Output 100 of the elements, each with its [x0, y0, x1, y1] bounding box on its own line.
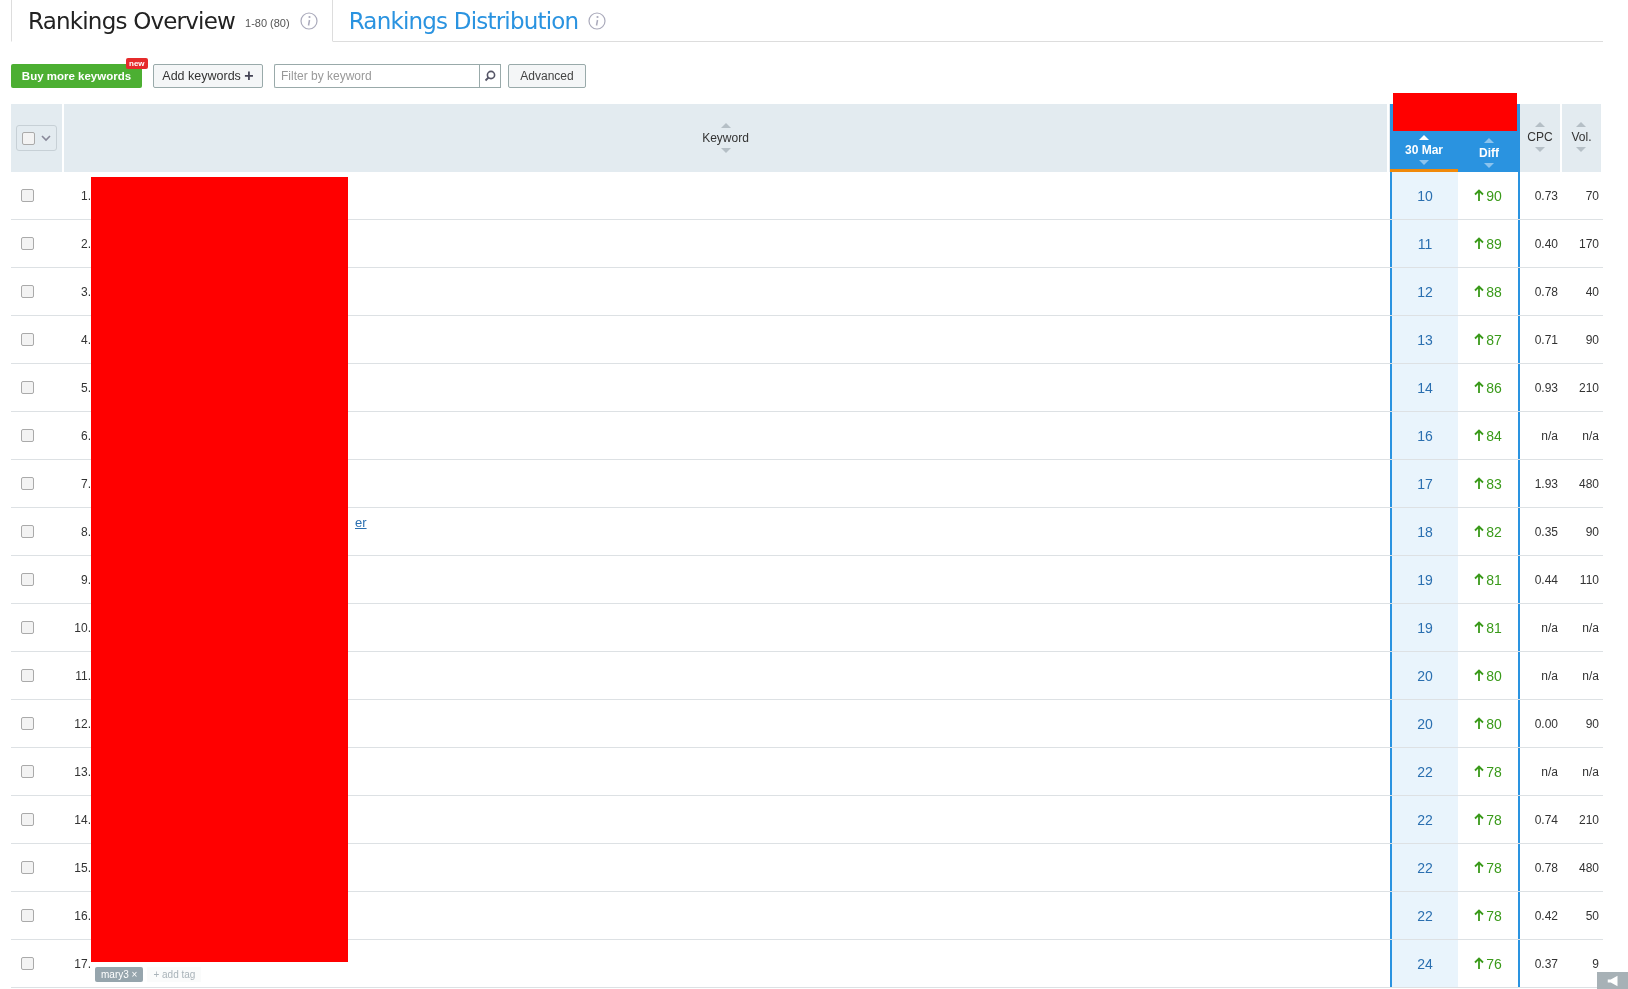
- advanced-button[interactable]: Advanced: [508, 64, 586, 88]
- row-number: 5.: [80, 379, 91, 397]
- row-checkbox[interactable]: [21, 573, 34, 586]
- diff-value: 81: [1474, 619, 1502, 636]
- diff-value: 81: [1474, 571, 1502, 588]
- row-number: 1.: [80, 187, 91, 205]
- select-all-dropdown[interactable]: [16, 125, 57, 151]
- position-cell: 14: [1390, 364, 1458, 411]
- new-badge: new: [126, 58, 148, 69]
- diff-value: 84: [1474, 427, 1502, 444]
- volume-cell-text: 480: [1577, 475, 1600, 493]
- row-checkbox[interactable]: [21, 525, 34, 538]
- row-checkbox[interactable]: [21, 957, 34, 970]
- position-cell: 18: [1390, 508, 1458, 555]
- caret-icon: [41, 134, 51, 142]
- column-header[interactable]: 30 Mar: [1405, 143, 1443, 157]
- position-cell: 19: [1390, 556, 1458, 603]
- cpc-cell-text: n/a: [1540, 619, 1559, 637]
- row-checkbox[interactable]: [21, 621, 34, 634]
- info-icon[interactable]: [588, 11, 607, 30]
- volume-cell-text: n/a: [1581, 667, 1600, 685]
- cpc-cell-text: 0.71: [1533, 331, 1559, 349]
- column-header[interactable]: CPC: [1527, 130, 1553, 144]
- row-checkbox[interactable]: [21, 861, 34, 874]
- row-number: 8.: [80, 523, 91, 541]
- up-arrow-icon: [1474, 381, 1485, 394]
- row-number: 14.: [73, 811, 91, 829]
- up-arrow-icon: [1474, 621, 1485, 634]
- up-arrow-icon: [1474, 861, 1485, 874]
- position-cell: 12: [1390, 268, 1458, 315]
- position-cell: 24: [1390, 940, 1458, 987]
- cpc-cell-text: 0.35: [1533, 523, 1559, 541]
- cpc-cell-text: 0.73: [1533, 187, 1559, 205]
- cpc-cell-text: 0.00: [1533, 715, 1559, 733]
- row-number: 13.: [73, 763, 91, 781]
- megaphone-icon: [1605, 974, 1620, 987]
- volume-cell-text: 70: [1584, 187, 1600, 205]
- diff-value: 89: [1474, 235, 1502, 252]
- up-arrow-icon: [1474, 189, 1485, 202]
- row-checkbox[interactable]: [21, 765, 34, 778]
- row-checkbox[interactable]: [21, 669, 34, 682]
- row-checkbox[interactable]: [21, 237, 34, 250]
- diff-value: 83: [1474, 475, 1502, 492]
- row-checkbox[interactable]: [21, 909, 34, 922]
- keyword-link[interactable]: er: [355, 515, 367, 530]
- diff-value: 80: [1474, 667, 1502, 684]
- info-icon[interactable]: [299, 11, 318, 30]
- cpc-cell-text: 0.93: [1533, 379, 1559, 397]
- row-number: 16.: [73, 907, 91, 925]
- tab[interactable]: Rankings Overview 1-80 (80): [11, 0, 333, 42]
- up-arrow-icon: [1474, 285, 1485, 298]
- up-arrow-icon: [1474, 813, 1485, 826]
- row-checkbox[interactable]: [21, 429, 34, 442]
- up-arrow-icon: [1474, 957, 1485, 970]
- position-cell: 22: [1390, 892, 1458, 939]
- cpc-cell-text: 0.78: [1533, 859, 1559, 877]
- tab[interactable]: Rankings Distribution: [332, 0, 623, 42]
- row-checkbox[interactable]: [21, 285, 34, 298]
- position-cell: 16: [1390, 412, 1458, 459]
- volume-cell-text: n/a: [1581, 427, 1600, 445]
- up-arrow-icon: [1474, 477, 1485, 490]
- row-number: 17.: [73, 955, 91, 973]
- filter-field[interactable]: Filter by keyword: [274, 64, 479, 88]
- diff-value: 90: [1474, 187, 1502, 204]
- position-cell: 19: [1390, 604, 1458, 651]
- diff-value: 88: [1474, 283, 1502, 300]
- row-checkbox[interactable]: [21, 717, 34, 730]
- up-arrow-icon: [1474, 237, 1485, 250]
- row-checkbox[interactable]: [21, 381, 34, 394]
- volume-cell-text: 210: [1577, 811, 1600, 829]
- row-checkbox[interactable]: [21, 189, 34, 202]
- up-arrow-icon: [1474, 765, 1485, 778]
- row-number: 3.: [80, 283, 91, 301]
- volume-cell-text: 480: [1577, 859, 1600, 877]
- volume-cell-text: 90: [1584, 715, 1600, 733]
- column-header[interactable]: Vol.: [1571, 130, 1592, 144]
- diff-value: 80: [1474, 715, 1502, 732]
- cpc-cell-text: 0.44: [1533, 571, 1559, 589]
- row-checkbox[interactable]: [21, 813, 34, 826]
- column-header[interactable]: Diff: [1479, 146, 1499, 160]
- column-header[interactable]: Keyword: [702, 131, 749, 145]
- cpc-cell-text: 0.74: [1533, 811, 1559, 829]
- cpc-cell-text: 0.42: [1533, 907, 1559, 925]
- position-cell: 22: [1390, 844, 1458, 891]
- up-arrow-icon: [1474, 669, 1485, 682]
- row-checkbox[interactable]: [21, 333, 34, 346]
- diff-value: 78: [1474, 907, 1502, 924]
- add-keywords-button[interactable]: Add keywords +: [153, 64, 263, 88]
- cpc-cell-text: 0.40: [1533, 235, 1559, 253]
- cpc-cell-text: n/a: [1540, 667, 1559, 685]
- feedback-button[interactable]: [1597, 972, 1628, 989]
- cpc-cell-text: 0.37: [1533, 955, 1559, 973]
- search-button[interactable]: [479, 64, 501, 88]
- diff-value: 78: [1474, 811, 1502, 828]
- position-cell: 20: [1390, 700, 1458, 747]
- row-checkbox[interactable]: [21, 477, 34, 490]
- row-number: 7.: [80, 475, 91, 493]
- volume-cell-text: n/a: [1581, 763, 1600, 781]
- cpc-cell-text: 1.93: [1533, 475, 1559, 493]
- diff-value: 82: [1474, 523, 1502, 540]
